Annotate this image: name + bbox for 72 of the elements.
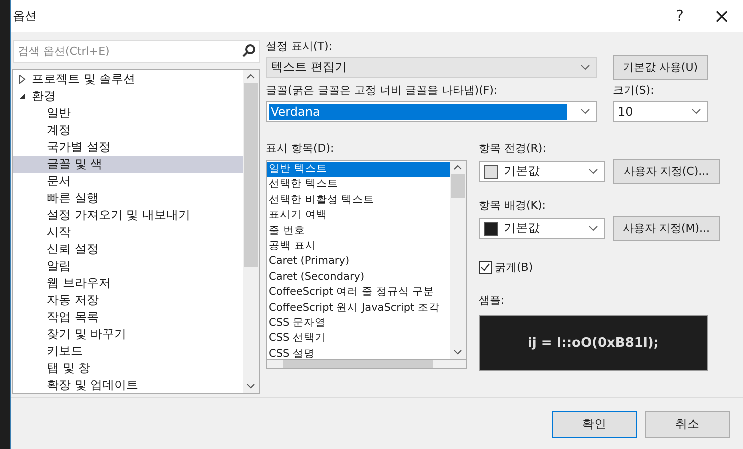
scrollbar[interactable] — [266, 360, 467, 369]
field-label: 항목 전경(R): — [479, 142, 548, 156]
tree-item[interactable]: 시작 — [13, 224, 243, 241]
foreground-dropdown[interactable]: 기본값 — [479, 161, 605, 182]
field-label: 항목 배경(K): — [479, 199, 547, 213]
scroll-up-icon — [247, 74, 255, 79]
list-item[interactable]: 선택한 비활성 텍스트 — [267, 192, 450, 208]
tree-item[interactable]: 설정 가져오기 및 내보내기 — [13, 207, 243, 224]
caret-icon — [589, 169, 598, 174]
list-item[interactable]: Caret (Secondary) — [267, 270, 450, 286]
checkbox[interactable] — [479, 261, 492, 274]
window-title: 옵션 — [13, 8, 37, 24]
tree-item[interactable]: 탭 및 창 — [13, 360, 243, 377]
list-item[interactable]: CSS 문자열 — [267, 316, 450, 332]
font-dropdown[interactable]: Verdana — [266, 101, 597, 122]
tree-item[interactable]: 환경 — [13, 88, 243, 105]
scroll-thumb[interactable] — [451, 174, 465, 198]
list-item[interactable]: CSS 선택기 — [267, 331, 450, 347]
list-item[interactable]: CSS 설명 — [267, 346, 450, 359]
list-item[interactable]: 줄 번호 — [267, 224, 450, 239]
tree-item[interactable]: 글꼴 및 색 — [13, 156, 243, 173]
list-item[interactable]: 일반 텍스트 — [267, 162, 450, 178]
caret-icon — [692, 109, 701, 114]
custom-color-button[interactable]: 사용자 지정(M)... — [613, 216, 720, 241]
search-field[interactable]: 검색 옵션(Ctrl+E) — [13, 40, 260, 63]
tree-item[interactable]: 프로젝트 및 솔루션 — [13, 71, 243, 88]
checkbox-label: 굵게(B) — [495, 260, 534, 275]
scroll-thumb[interactable] — [244, 83, 258, 268]
tree-item[interactable]: 빠른 실행 — [13, 190, 243, 207]
tree-item[interactable]: 신뢰 설정 — [13, 241, 243, 258]
scrollbar[interactable] — [450, 161, 466, 359]
search-icon — [242, 44, 256, 58]
field-label: 샘플: — [479, 294, 506, 308]
list-item[interactable]: CoffeeScript 원시 JavaScript 조각 — [267, 300, 450, 316]
list-item[interactable]: 선택한 텍스트 — [267, 177, 450, 193]
sample-text: ij = I::oO(0xB81l); — [528, 336, 660, 350]
tree-item[interactable]: 자동 저장 — [13, 292, 243, 309]
list-item[interactable]: 공백 표시 — [267, 238, 450, 254]
tree-item[interactable]: 문서 — [13, 173, 243, 190]
scroll-thumb[interactable] — [283, 360, 433, 368]
tree-item[interactable]: 알림 — [13, 258, 243, 275]
list-item[interactable]: 표시기 여백 — [267, 208, 450, 224]
field-label: 크기(S): — [613, 84, 656, 98]
tree-item[interactable]: 키보드 — [13, 343, 243, 360]
scroll-down-icon — [454, 350, 462, 355]
use-defaults-button[interactable]: 기본값 사용(U) — [613, 55, 708, 80]
tree-item[interactable]: 웹 브라우저 — [13, 275, 243, 292]
tree-item[interactable]: 확장 및 업데이트 — [13, 377, 243, 393]
background-dropdown[interactable]: 기본값 — [479, 218, 605, 239]
custom-color-button[interactable]: 사용자 지정(C)... — [613, 159, 720, 184]
tree-item[interactable]: 찾기 및 바꾸기 — [13, 326, 243, 343]
tree-item[interactable]: 계정 — [13, 122, 243, 139]
caret-icon — [581, 65, 590, 70]
tree-item[interactable]: 국가별 설정 — [13, 139, 243, 156]
ok-button[interactable]: 확인 — [552, 411, 637, 438]
field-label: 설정 표시(T): — [266, 40, 334, 54]
help-button[interactable]: ? — [659, 0, 701, 32]
cancel-button[interactable]: 취소 — [645, 411, 730, 438]
field-label: 표시 항목(D): — [266, 142, 336, 156]
caret-icon — [589, 226, 598, 231]
list-item[interactable]: Caret (Primary) — [267, 254, 450, 270]
close-button[interactable]: × — [701, 0, 743, 32]
list-item[interactable]: CoffeeScript 여러 줄 정규식 구분 — [267, 285, 450, 301]
size-dropdown[interactable]: 10 — [613, 101, 708, 122]
scrollbar[interactable] — [243, 70, 259, 393]
settings-dropdown[interactable]: 텍스트 편집기 — [266, 57, 597, 78]
scroll-up-icon — [454, 165, 462, 170]
caret-icon — [581, 109, 590, 114]
tree-item[interactable]: 일반 — [13, 105, 243, 122]
field-label: 글꼴(굵은 글꼴은 고정 너비 글꼴을 나타냄)(F): — [266, 84, 499, 98]
tree-item[interactable]: 작업 목록 — [13, 309, 243, 326]
scroll-down-icon — [247, 384, 255, 389]
